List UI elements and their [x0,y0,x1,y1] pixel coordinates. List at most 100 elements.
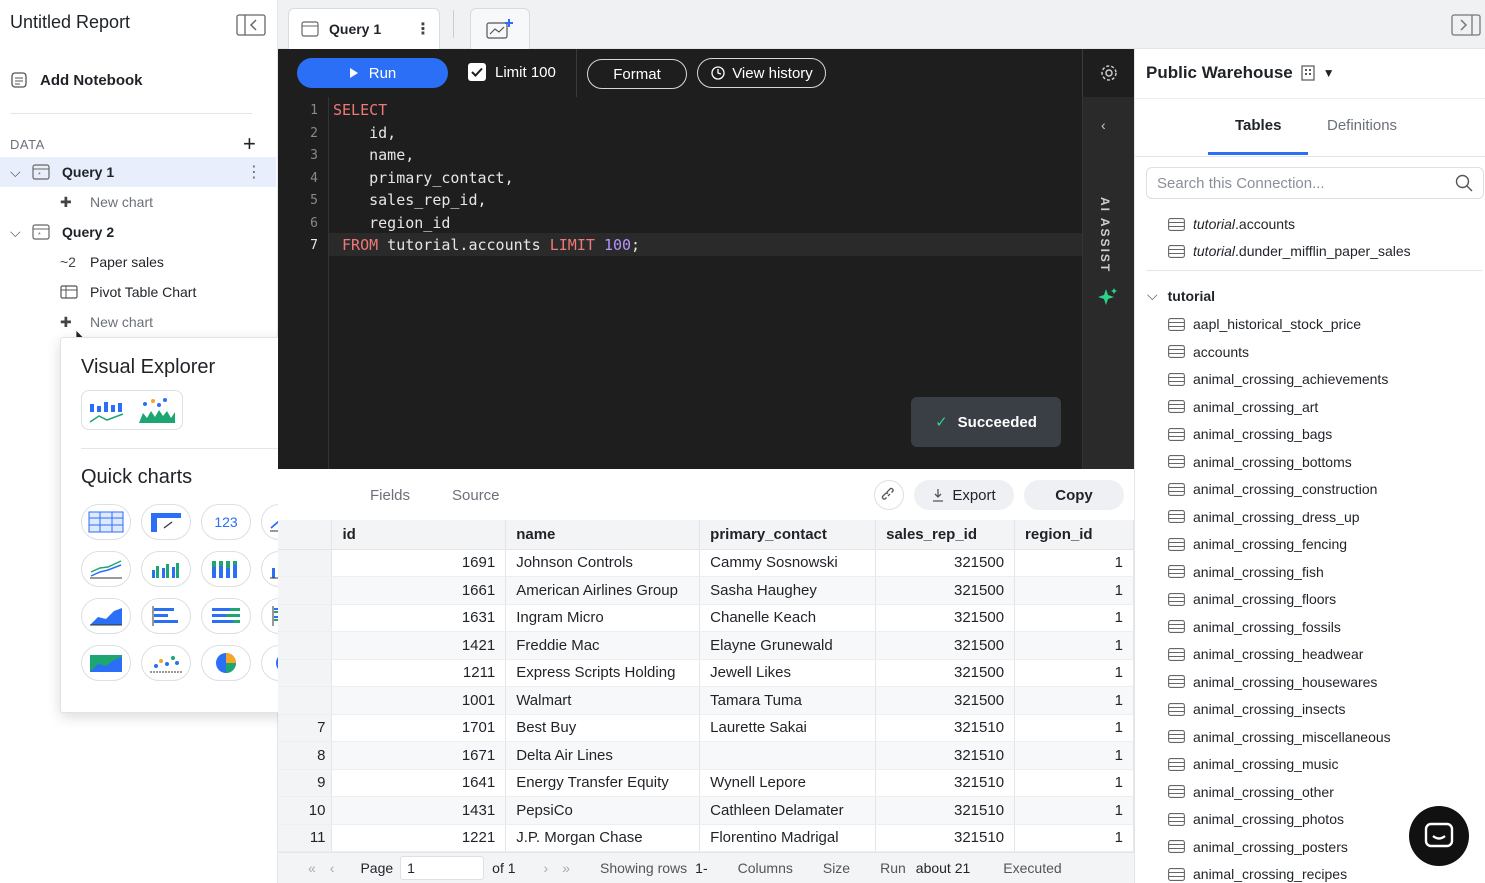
table-cell[interactable]: 1691 [331,549,507,577]
toggle-right-panel-icon[interactable] [1451,14,1481,36]
table-cell[interactable]: Florentino Madrigal [699,824,877,852]
new-chart-item[interactable]: ✚ New chart [0,187,276,217]
chevron-down-icon[interactable]: ⌵ [1147,287,1158,304]
table-cell[interactable]: Sasha Haughey [699,576,877,605]
table-cell[interactable]: 1211 [331,659,507,687]
prev-page-icon[interactable]: ‹ [330,860,335,876]
chart-item-paper-sales[interactable]: ~2 Paper sales [0,247,276,277]
table-cell[interactable]: 1631 [331,604,507,632]
quick-chart-table[interactable] [81,504,131,540]
quick-chart-grouped-bar[interactable] [141,551,191,587]
table-cell[interactable]: Energy Transfer Equity [505,769,701,797]
warehouse-selector[interactable]: Public Warehouse ▼ [1146,63,1335,83]
ai-assist-strip[interactable]: ‹ AI ASSIST [1082,97,1134,469]
visual-explorer-button[interactable] [81,390,183,430]
view-history-button[interactable]: View history [697,58,826,88]
more-options-icon[interactable]: ⋮ [246,162,262,182]
table-cell[interactable]: 321510 [875,769,1016,797]
table-cell[interactable] [699,741,877,770]
table-cell[interactable]: 1001 [331,686,507,715]
quick-chart-stacked-horizontal-bar[interactable] [201,598,251,634]
table-cell[interactable]: Delta Air Lines [505,741,701,770]
table-row[interactable]: 8 1671 Delta Air Lines 321510 1 [278,741,1134,770]
table-cell[interactable]: 1 [1014,659,1134,687]
table-list-item[interactable]: animal_crossing_floors [1168,588,1336,610]
table-cell[interactable]: 1661 [331,576,507,605]
table-cell[interactable]: 1 [1014,714,1134,742]
table-cell[interactable]: Express Scripts Holding [505,659,701,687]
page-input[interactable]: 1 [400,856,485,880]
new-chart-item[interactable]: ✚ New chart [0,307,276,337]
table-list-item[interactable]: animal_crossing_photos [1168,808,1344,830]
chevron-left-icon[interactable]: ‹ [1101,117,1106,133]
chart-item-pivot-table[interactable]: Pivot Table Chart [0,277,276,307]
table-list-item[interactable]: animal_crossing_miscellaneous [1168,726,1391,748]
table-row[interactable]: 10 1431 PepsiCo Cathleen Delamater 321510 1 [278,796,1134,825]
schema-tutorial[interactable]: ⌵ tutorial [1147,287,1215,304]
table-row[interactable]: 7 1701 Best Buy Laurette Sakai 321510 1 [278,714,1134,742]
last-page-icon[interactable]: » [562,860,570,876]
new-chart-tab-button[interactable] [470,8,530,49]
table-list-item[interactable]: animal_crossing_posters [1168,836,1348,858]
table-cell[interactable]: Jewell Likes [699,659,877,687]
export-button[interactable]: Export [914,480,1014,510]
tree-query-1[interactable]: ⌵ * Query 1 ⋮ [0,157,276,187]
table-row[interactable]: 1691 Johnson Controls Cammy Sosnowski 32150… [278,549,1134,577]
table-list-item[interactable]: animal_crossing_music [1168,753,1339,775]
chevron-down-icon[interactable]: ⌵ [0,164,32,181]
table-cell[interactable]: Chanelle Keach [699,604,877,632]
format-button[interactable]: Format [587,59,687,89]
column-header[interactable]: name [505,520,701,550]
table-list-item[interactable]: animal_crossing_bags [1168,423,1332,445]
table-cell[interactable]: 321500 [875,576,1016,605]
table-list-item[interactable]: animal_crossing_achievements [1168,368,1388,390]
table-cell[interactable]: 321500 [875,659,1016,687]
report-title[interactable]: Untitled Report [10,12,130,33]
table-cell[interactable]: 321500 [875,686,1016,715]
table-list-item[interactable]: animal_crossing_other [1168,781,1334,803]
table-cell[interactable]: Tamara Tuma [699,686,877,715]
quick-chart-stacked-area[interactable] [81,645,131,681]
table-cell[interactable]: 1221 [331,824,507,852]
table-cell[interactable]: Ingram Micro [505,604,701,632]
chevron-down-icon[interactable]: ⌵ [0,224,32,241]
table-list-item[interactable]: animal_crossing_fish [1168,561,1324,583]
table-cell[interactable]: 1 [1014,824,1134,852]
table-cell[interactable]: 1671 [331,741,507,770]
settings-gear-icon[interactable] [1082,49,1134,97]
table-list-item[interactable]: animal_crossing_construction [1168,478,1377,500]
table-cell[interactable]: Best Buy [505,714,701,742]
copy-button[interactable]: Copy [1024,480,1124,510]
table-cell[interactable]: 1 [1014,796,1134,825]
quick-chart-scatter[interactable] [141,645,191,681]
table-cell[interactable]: 1 [1014,549,1134,577]
table-cell[interactable]: 1421 [331,631,507,660]
run-button[interactable]: Run [297,58,448,88]
table-list-item[interactable]: animal_crossing_fossils [1168,616,1341,638]
next-page-icon[interactable]: › [544,860,549,876]
table-cell[interactable]: Cathleen Delamater [699,796,877,825]
table-cell[interactable]: American Airlines Group [505,576,701,605]
table-list-item[interactable]: animal_crossing_insects [1168,698,1346,720]
table-cell[interactable]: 1701 [331,714,507,742]
table-cell[interactable]: 321510 [875,796,1016,825]
tab-query-1[interactable]: Query 1 ⋮ [288,8,440,49]
table-cell[interactable]: Elayne Grunewald [699,631,877,660]
table-row[interactable]: 9 1641 Energy Transfer Equity Wynell Lepore… [278,769,1134,797]
add-notebook-button[interactable]: Add Notebook [10,68,270,92]
table-row[interactable]: 1001 Walmart Tamara Tuma 321500 1 [278,686,1134,715]
first-page-icon[interactable]: « [308,860,316,876]
add-data-icon[interactable]: + [243,133,256,155]
chat-support-button[interactable] [1409,806,1469,866]
tab-fields[interactable]: Fields [370,487,410,504]
table-cell[interactable]: Walmart [505,686,701,715]
table-row[interactable]: 1631 Ingram Micro Chanelle Keach 321500 1 [278,604,1134,632]
table-row[interactable]: 1661 American Airlines Group Sasha Haughey… [278,576,1134,605]
tab-definitions[interactable]: Definitions [1327,117,1397,134]
table-cell[interactable]: 1 [1014,576,1134,605]
table-cell[interactable]: Wynell Lepore [699,769,877,797]
table-cell[interactable]: 1 [1014,686,1134,715]
table-cell[interactable]: 1431 [331,796,507,825]
tab-source[interactable]: Source [452,487,500,504]
table-cell[interactable]: Cammy Sosnowski [699,549,877,577]
